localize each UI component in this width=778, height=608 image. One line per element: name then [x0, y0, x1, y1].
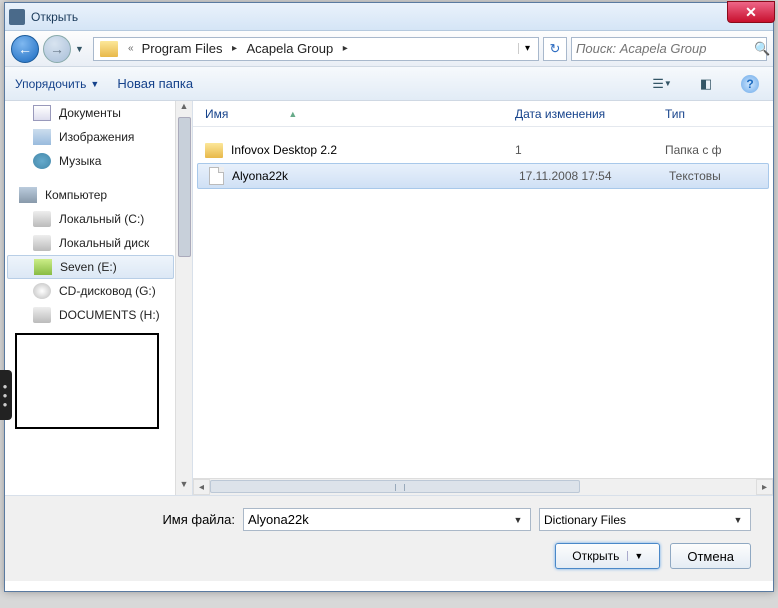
file-type: Текстовы: [669, 169, 721, 183]
search-input[interactable]: [576, 41, 754, 56]
sidebar-item-label: Локальный (C:): [59, 212, 144, 226]
sidebar-item-label: Музыка: [59, 154, 101, 168]
chevron-right-icon[interactable]: ▸: [335, 43, 355, 54]
folder-icon: [100, 41, 118, 57]
preview-pane: [15, 333, 159, 429]
window-title: Открыть: [31, 10, 769, 24]
help-button[interactable]: ?: [737, 73, 763, 95]
sidebar-item-label: Изображения: [59, 130, 134, 144]
column-headers[interactable]: Имя ▲ Дата изменения Тип: [193, 101, 773, 127]
sidebar-drive-item[interactable]: Seven (E:): [7, 255, 174, 279]
cancel-button[interactable]: Отмена: [670, 543, 751, 569]
library-icon: [33, 129, 51, 145]
filetype-filter[interactable]: Dictionary Files ▼: [539, 508, 751, 531]
file-date: 17.11.2008 17:54: [519, 169, 669, 183]
drive-icon: [33, 307, 51, 323]
toolbar: Упорядочить ▼ Новая папка ☰ ▼ ◧ ?: [5, 67, 773, 101]
column-date[interactable]: Дата изменения: [515, 107, 665, 121]
history-dropdown[interactable]: ▼: [75, 44, 89, 54]
search-box[interactable]: 🔍: [571, 37, 767, 61]
open-dialog-window: Открыть ✕ ← → ▼ « Program Files ▸ Acapel…: [4, 2, 774, 592]
file-icon: [209, 167, 224, 185]
open-split-dropdown[interactable]: ▼: [627, 551, 643, 561]
sidebar-item-label: Документы: [59, 106, 121, 120]
filename-label: Имя файла:: [25, 512, 235, 527]
filename-combo[interactable]: ▼: [243, 508, 531, 531]
breadcrumb-item[interactable]: Program Files: [140, 41, 225, 56]
main-area: Документы Изображения Музыка Компьютер Лок…: [5, 101, 773, 495]
drive-icon: [34, 259, 52, 275]
back-button[interactable]: ←: [11, 35, 39, 63]
breadcrumb-dropdown[interactable]: ▾: [518, 43, 536, 54]
file-row[interactable]: Alyona22k 17.11.2008 17:54Текстовы: [197, 163, 769, 189]
sidebar-library-item[interactable]: Документы: [5, 101, 192, 125]
titlebar[interactable]: Открыть ✕: [5, 3, 773, 31]
organize-label: Упорядочить: [15, 77, 86, 91]
sidebar-item-label: Локальный диск: [59, 236, 149, 250]
file-list-area: Имя ▲ Дата изменения Тип Infovox Desktop…: [193, 101, 773, 495]
open-button[interactable]: Открыть ▼: [555, 543, 660, 569]
chevron-right-icon[interactable]: ▸: [224, 43, 244, 54]
file-name: Alyona22k: [232, 169, 288, 183]
sidebar-item-label: DOCUMENTS (H:): [59, 308, 160, 322]
breadcrumb-item[interactable]: Acapela Group: [244, 41, 335, 56]
library-icon: [33, 105, 51, 121]
column-name[interactable]: Имя ▲: [205, 107, 515, 121]
search-icon[interactable]: 🔍: [754, 41, 770, 57]
open-label: Открыть: [572, 549, 619, 563]
sidebar-item-label: Компьютер: [45, 188, 107, 202]
breadcrumb[interactable]: « Program Files ▸ Acapela Group ▸ ▾: [93, 37, 539, 61]
column-label: Имя: [205, 107, 228, 121]
organize-button[interactable]: Упорядочить ▼: [15, 77, 99, 91]
sidebar-item-label: CD-дисковод (G:): [59, 284, 156, 298]
filename-input[interactable]: [248, 512, 510, 527]
close-button[interactable]: ✕: [727, 1, 775, 23]
preview-pane-button[interactable]: ◧: [693, 73, 719, 95]
drive-icon: [33, 235, 51, 251]
refresh-button[interactable]: ↻: [543, 37, 567, 61]
sidebar: Документы Изображения Музыка Компьютер Лок…: [5, 101, 193, 495]
horizontal-scrollbar[interactable]: ◂ ▸: [193, 478, 773, 495]
sidebar-computer[interactable]: Компьютер: [5, 183, 192, 207]
chevron-down-icon: ▼: [90, 79, 99, 89]
sidebar-item-label: Seven (E:): [60, 260, 117, 274]
sort-ascending-icon: ▲: [288, 109, 297, 119]
app-icon: [9, 9, 25, 25]
library-icon: [33, 153, 51, 169]
drive-icon: [33, 211, 51, 227]
scroll-left-icon[interactable]: ◂: [193, 479, 210, 495]
sidebar-scrollbar[interactable]: ▲ ▼: [175, 101, 192, 495]
drive-icon: [33, 283, 51, 299]
file-row[interactable]: Infovox Desktop 2.2 1Папка с ф: [193, 137, 773, 163]
scrollbar-thumb[interactable]: [210, 480, 580, 493]
file-name: Infovox Desktop 2.2: [231, 143, 337, 157]
sidebar-drive-item[interactable]: Локальный диск: [5, 231, 192, 255]
bottom-panel: Имя файла: ▼ Dictionary Files ▼ Открыть …: [5, 495, 773, 581]
sidebar-library-item[interactable]: Изображения: [5, 125, 192, 149]
scroll-right-icon[interactable]: ▸: [756, 479, 773, 495]
column-type[interactable]: Тип: [665, 107, 693, 121]
navigation-row: ← → ▼ « Program Files ▸ Acapela Group ▸ …: [5, 31, 773, 67]
sidebar-drive-item[interactable]: DOCUMENTS (H:): [5, 303, 192, 327]
filter-value: Dictionary Files: [544, 513, 730, 527]
sidebar-drive-item[interactable]: Локальный (C:): [5, 207, 192, 231]
sidebar-library-item[interactable]: Музыка: [5, 149, 192, 173]
forward-button[interactable]: →: [43, 35, 71, 63]
sidebar-drive-item[interactable]: CD-дисковод (G:): [5, 279, 192, 303]
view-mode-button[interactable]: ☰ ▼: [649, 73, 675, 95]
chevron-down-icon[interactable]: ▼: [730, 515, 746, 525]
file-type: Папка с ф: [665, 143, 722, 157]
chevron-down-icon[interactable]: ▼: [510, 515, 526, 525]
new-folder-button[interactable]: Новая папка: [117, 76, 193, 91]
breadcrumb-sep[interactable]: «: [122, 43, 140, 54]
file-date: 1: [515, 143, 665, 157]
side-tab[interactable]: ●●●: [0, 370, 12, 420]
folder-icon: [205, 143, 223, 158]
scrollbar-thumb[interactable]: [178, 117, 191, 257]
computer-icon: [19, 187, 37, 203]
